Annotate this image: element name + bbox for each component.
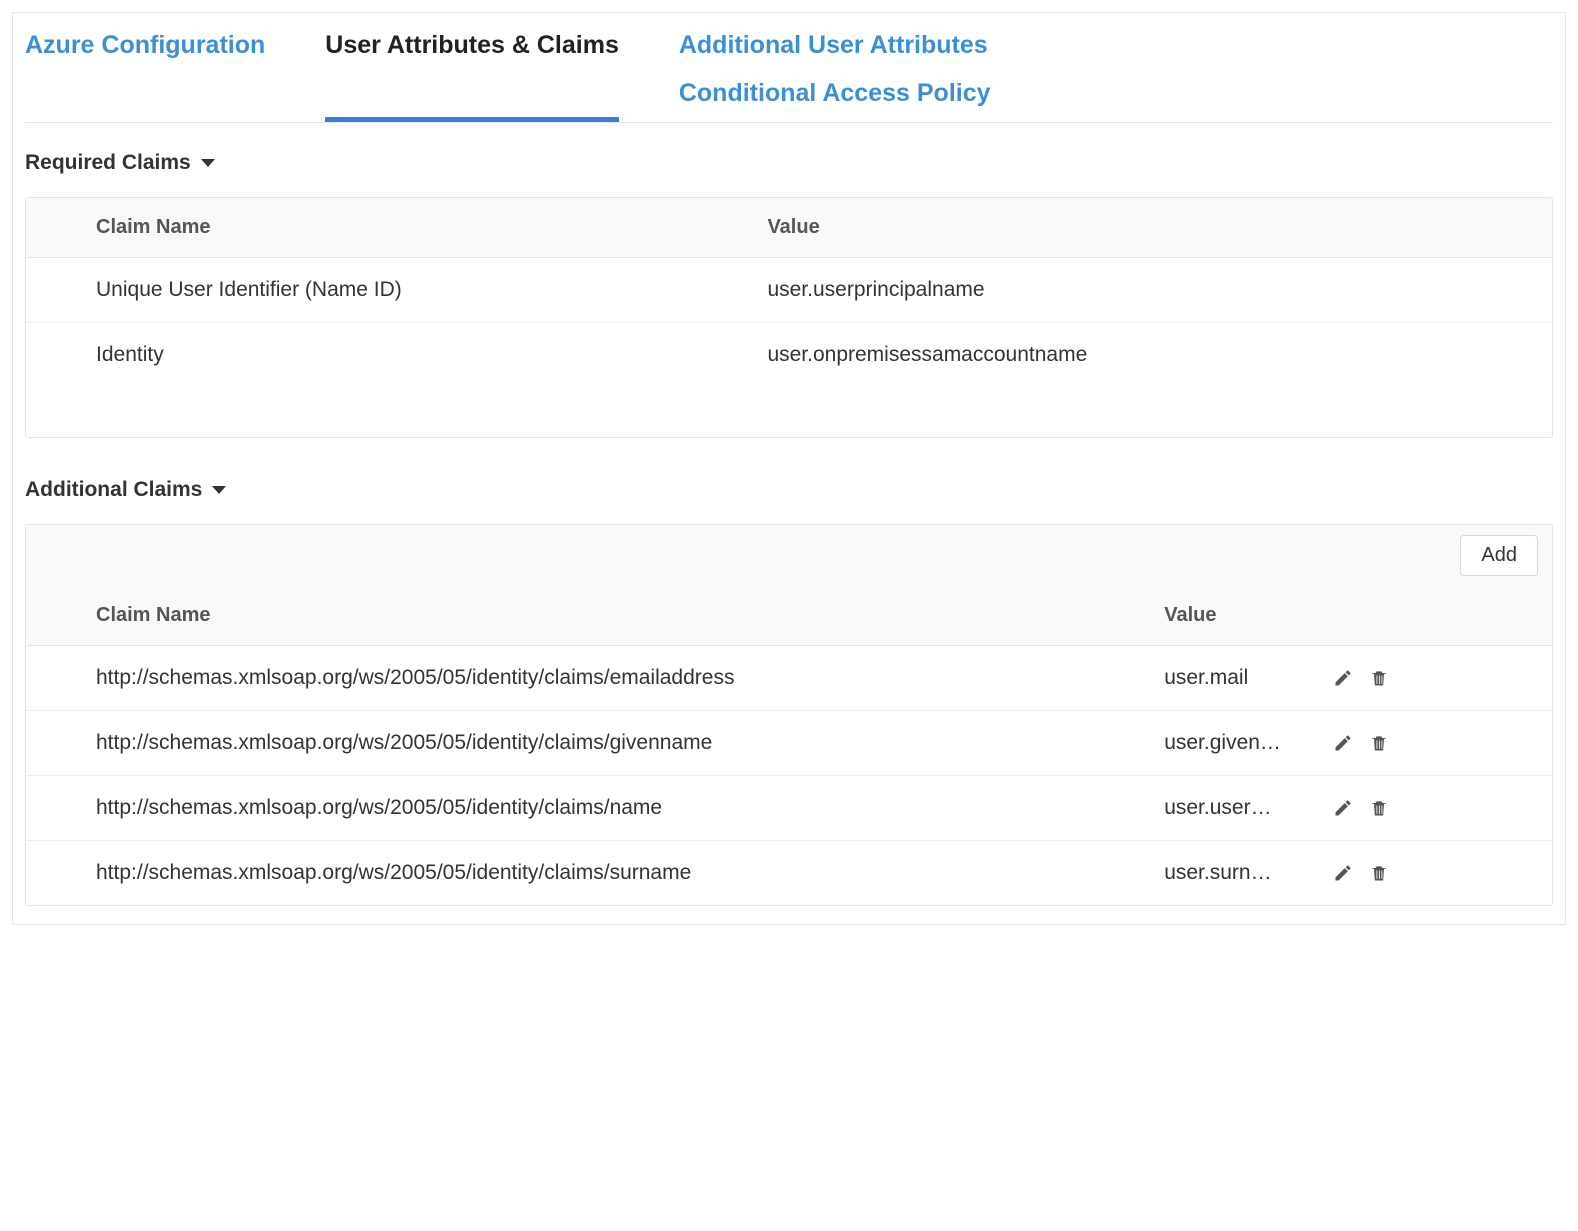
section-required-claims-toggle[interactable]: Required Claims: [25, 151, 1553, 175]
required-claims-panel: Claim Name Value Unique User Identifier …: [25, 197, 1553, 438]
delete-icon[interactable]: [1369, 862, 1389, 884]
table-row: http://schemas.xmlsoap.org/ws/2005/05/id…: [26, 776, 1552, 841]
table-row: http://schemas.xmlsoap.org/ws/2005/05/id…: [26, 711, 1552, 776]
claim-name-cell: http://schemas.xmlsoap.org/ws/2005/05/id…: [26, 646, 1094, 711]
claim-name-cell: http://schemas.xmlsoap.org/ws/2005/05/id…: [26, 711, 1094, 776]
tab-conditional-access-policy[interactable]: Conditional Access Policy: [679, 75, 991, 123]
add-button[interactable]: Add: [1460, 535, 1538, 576]
additional-claims-toolbar: Add: [26, 525, 1552, 586]
claim-name-cell: http://schemas.xmlsoap.org/ws/2005/05/id…: [26, 841, 1094, 906]
additional-claims-panel: Add Claim Name Value http://schemas.xmls…: [25, 524, 1553, 906]
claim-value-cell: user.user…: [1094, 776, 1323, 841]
section-additional-claims-label: Additional Claims: [25, 478, 202, 502]
tab-user-attributes-claims[interactable]: User Attributes & Claims: [325, 27, 619, 122]
required-claims-table: Claim Name Value Unique User Identifier …: [26, 198, 1552, 387]
delete-icon[interactable]: [1369, 667, 1389, 689]
table-row: Unique User Identifier (Name ID) user.us…: [26, 258, 1552, 323]
claim-value-cell: user.mail: [1094, 646, 1323, 711]
claim-value-cell: user.onpremisessamaccountname: [697, 323, 1552, 388]
tab-additional-user-attributes[interactable]: Additional User Attributes: [679, 27, 991, 75]
table-row: http://schemas.xmlsoap.org/ws/2005/05/id…: [26, 841, 1552, 906]
column-header-value: Value: [697, 198, 1552, 258]
claim-value-cell: user.surn…: [1094, 841, 1323, 906]
caret-down-icon: [201, 159, 215, 167]
table-row: Identity user.onpremisessamaccountname: [26, 323, 1552, 388]
column-header-claim-name: Claim Name: [26, 198, 697, 258]
claim-value-cell: user.given…: [1094, 711, 1323, 776]
section-required-claims-label: Required Claims: [25, 151, 191, 175]
edit-icon[interactable]: [1333, 733, 1353, 753]
edit-icon[interactable]: [1333, 668, 1353, 688]
column-header-value: Value: [1094, 586, 1323, 646]
table-row: http://schemas.xmlsoap.org/ws/2005/05/id…: [26, 646, 1552, 711]
delete-icon[interactable]: [1369, 797, 1389, 819]
claim-name-cell: http://schemas.xmlsoap.org/ws/2005/05/id…: [26, 776, 1094, 841]
additional-claims-table: Claim Name Value http://schemas.xmlsoap.…: [26, 586, 1552, 905]
section-additional-claims-toggle[interactable]: Additional Claims: [25, 478, 1553, 502]
tab-bar: Azure Configuration User Attributes & Cl…: [25, 13, 1553, 123]
claim-value-cell: user.userprincipalname: [697, 258, 1552, 323]
claim-name-cell: Unique User Identifier (Name ID): [26, 258, 697, 323]
edit-icon[interactable]: [1333, 798, 1353, 818]
claim-name-cell: Identity: [26, 323, 697, 388]
column-header-claim-name: Claim Name: [26, 586, 1094, 646]
edit-icon[interactable]: [1333, 863, 1353, 883]
tab-azure-configuration[interactable]: Azure Configuration: [25, 27, 265, 122]
delete-icon[interactable]: [1369, 732, 1389, 754]
caret-down-icon: [212, 486, 226, 494]
